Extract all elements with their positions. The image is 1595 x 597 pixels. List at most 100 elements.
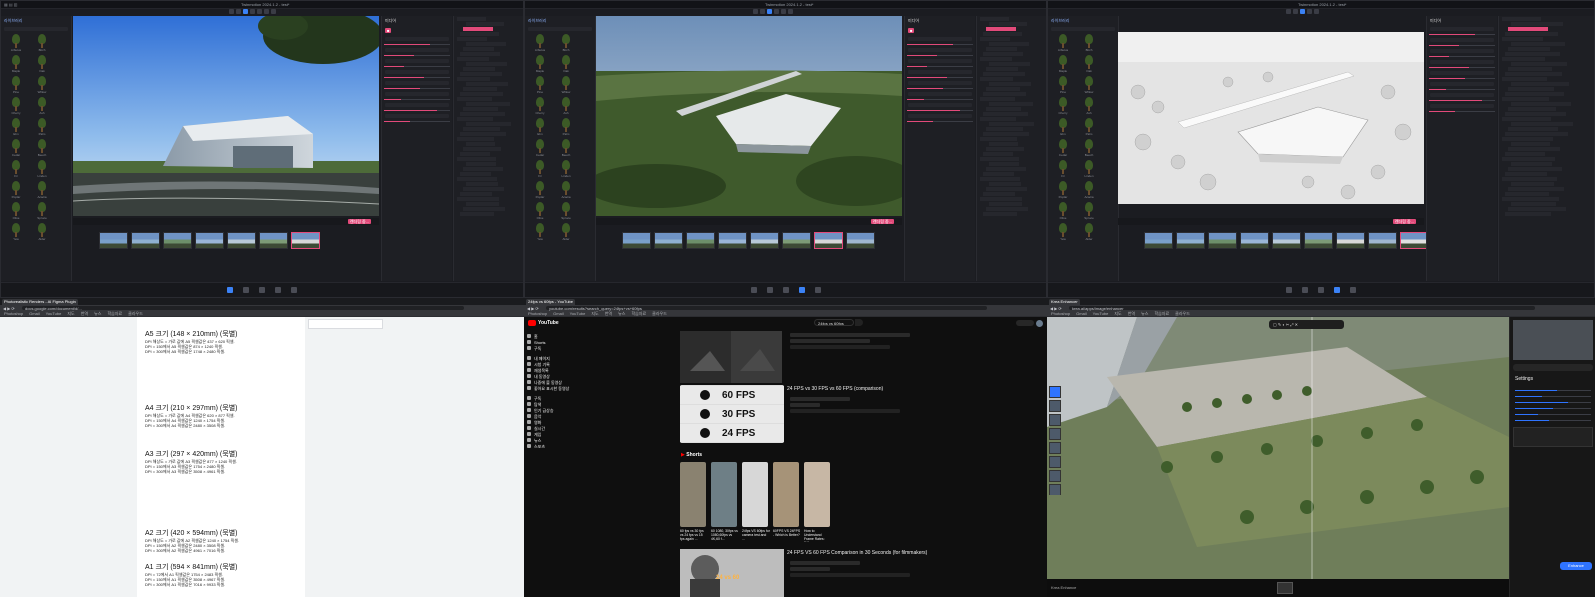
- bookmark-item[interactable]: 번역: [605, 311, 612, 316]
- video-thumb-top[interactable]: [680, 331, 782, 383]
- tree-node[interactable]: [1502, 97, 1550, 101]
- bookmark-item[interactable]: YouTube: [46, 311, 62, 316]
- media-thumbnail[interactable]: [1400, 232, 1429, 249]
- library-item-tree[interactable]: Fir: [1052, 160, 1074, 179]
- tree-node[interactable]: [1502, 177, 1557, 181]
- tree-node[interactable]: [1502, 137, 1553, 141]
- bookmark-item[interactable]: 뉴스: [618, 311, 625, 316]
- render-status[interactable]: 렌더링 중...: [347, 219, 371, 224]
- tree-node[interactable]: [1508, 27, 1549, 31]
- tree-node[interactable]: [986, 127, 1023, 131]
- media-thumbnail[interactable]: [1176, 232, 1205, 249]
- tree-node[interactable]: [983, 152, 1013, 156]
- panel-slider[interactable]: [384, 55, 450, 56]
- tree-node[interactable]: [457, 57, 489, 61]
- rotate-tool-icon[interactable]: [1300, 9, 1305, 14]
- history-thumbnail[interactable]: [1049, 484, 1061, 495]
- tree-node[interactable]: [460, 112, 505, 116]
- tree-node[interactable]: [1502, 77, 1548, 81]
- tree-node[interactable]: [989, 102, 1033, 106]
- library-item-tree[interactable]: Elm: [5, 118, 27, 137]
- media-thumbnail[interactable]: [718, 232, 747, 249]
- tree-node[interactable]: [980, 137, 1018, 141]
- library-item-tree[interactable]: Fir: [529, 160, 551, 179]
- library-item-tree[interactable]: Yew: [5, 223, 27, 242]
- media-thumbnail[interactable]: [259, 232, 288, 249]
- tree-node[interactable]: [983, 212, 1017, 216]
- library-item-tree[interactable]: Ash: [31, 97, 53, 116]
- library-item-tree[interactable]: Arbutus: [1052, 34, 1074, 53]
- tree-node[interactable]: [986, 27, 1016, 31]
- scale-tool-icon[interactable]: [774, 9, 779, 14]
- tree-node[interactable]: [989, 42, 1029, 46]
- panel-slider[interactable]: [907, 110, 973, 111]
- panel-slider[interactable]: [1429, 111, 1495, 112]
- tree-node[interactable]: [1508, 47, 1551, 51]
- tree-node[interactable]: [460, 152, 490, 156]
- tree-node[interactable]: [980, 117, 1016, 121]
- library-item-tree[interactable]: Cedar: [529, 139, 551, 158]
- history-thumbnail[interactable]: [1049, 400, 1061, 412]
- tree-node[interactable]: [983, 112, 1028, 116]
- media-icon[interactable]: [798, 287, 805, 293]
- tree-node[interactable]: [983, 72, 1025, 76]
- panel-slider[interactable]: [384, 121, 450, 122]
- export-icon[interactable]: [1350, 287, 1356, 293]
- enhanced-image[interactable]: [1047, 317, 1509, 579]
- menu-file[interactable]: ▦ ▤ ▥: [4, 2, 18, 7]
- tree-node[interactable]: [986, 87, 1020, 91]
- library-item-tree[interactable]: Linden: [1078, 160, 1100, 179]
- simulation-icon[interactable]: [1318, 287, 1324, 293]
- tree-node[interactable]: [1505, 172, 1548, 176]
- panel-slider[interactable]: [907, 88, 973, 89]
- tree-node[interactable]: [466, 142, 495, 146]
- library-item-tree[interactable]: Beech: [555, 139, 577, 158]
- library-item-tree[interactable]: Birch: [31, 34, 53, 53]
- media-thumbnail[interactable]: [846, 232, 875, 249]
- media-thumbnail[interactable]: [654, 232, 683, 249]
- tree-node[interactable]: [457, 77, 491, 81]
- tree-node[interactable]: [1508, 187, 1564, 191]
- library-item-tree[interactable]: Spruce: [1078, 202, 1100, 221]
- sidebar-item[interactable]: 스포츠: [524, 443, 572, 449]
- library-search[interactable]: [528, 27, 592, 31]
- library-item-tree[interactable]: Elm: [1052, 118, 1074, 137]
- import-icon[interactable]: [1286, 287, 1292, 293]
- tree-node[interactable]: [1505, 192, 1550, 196]
- tree-node[interactable]: [457, 37, 488, 41]
- tree-node[interactable]: [457, 157, 496, 161]
- tree-node[interactable]: [466, 82, 509, 86]
- panel-slider[interactable]: [907, 66, 973, 67]
- tree-node[interactable]: [466, 202, 500, 206]
- bookmark-item[interactable]: 지도: [1114, 311, 1121, 316]
- library-item-tree[interactable]: Ash: [555, 97, 577, 116]
- tree-node[interactable]: [986, 47, 1017, 51]
- library-item-tree[interactable]: Beech: [1078, 139, 1100, 158]
- media-thumbnail[interactable]: [1336, 232, 1365, 249]
- library-item-tree[interactable]: Acacia: [31, 181, 53, 200]
- media-icon[interactable]: [275, 287, 281, 293]
- tree-node[interactable]: [989, 82, 1032, 86]
- library-item-tree[interactable]: Olive: [5, 202, 27, 221]
- tree-node[interactable]: [460, 192, 493, 196]
- library-item-tree[interactable]: Yew: [1052, 223, 1074, 242]
- context-icon[interactable]: [766, 287, 773, 293]
- library-item-tree[interactable]: Spruce: [31, 202, 53, 221]
- tree-node[interactable]: [1508, 147, 1560, 151]
- tree-node[interactable]: [1502, 17, 1542, 21]
- history-thumbnail[interactable]: [1049, 414, 1061, 426]
- youtube-logo[interactable]: YouTube: [528, 319, 588, 327]
- panel-slider[interactable]: [907, 44, 973, 45]
- library-item-tree[interactable]: Poplar: [5, 181, 27, 200]
- tree-node[interactable]: [1505, 32, 1558, 36]
- tree-node[interactable]: [463, 67, 496, 71]
- tree-node[interactable]: [1508, 87, 1555, 91]
- library-item-tree[interactable]: Maple: [5, 55, 27, 74]
- tree-node[interactable]: [1508, 207, 1566, 211]
- tree-node[interactable]: [1508, 167, 1562, 171]
- library-item-tree[interactable]: Ash: [1078, 97, 1100, 116]
- url-field[interactable]: docs.google.com/document/d/...: [22, 306, 464, 311]
- library-item-tree[interactable]: Poplar: [529, 181, 551, 200]
- tree-node[interactable]: [466, 102, 510, 106]
- library-item-tree[interactable]: Willow: [555, 76, 577, 95]
